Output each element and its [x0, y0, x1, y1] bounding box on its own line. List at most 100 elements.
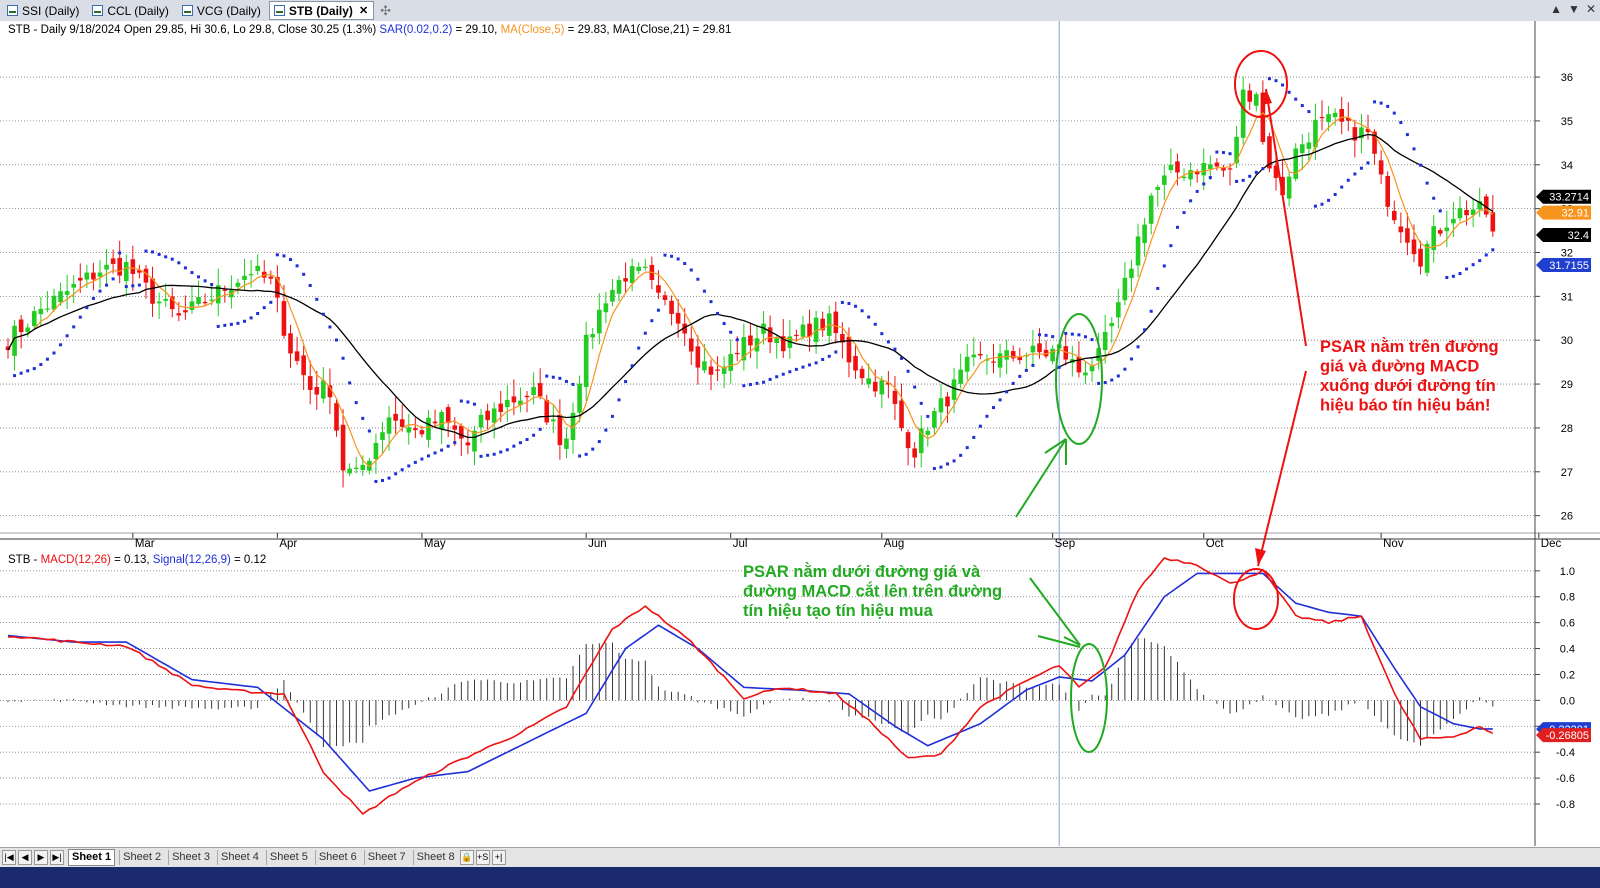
candle-body — [537, 383, 543, 397]
sar-dot — [900, 356, 904, 360]
sheet-tab[interactable]: Sheet 7 — [363, 850, 409, 865]
prev-sheet-button[interactable]: ◀ — [18, 850, 32, 865]
sar-dot — [361, 416, 365, 420]
stock-chart-svg[interactable]: 2627282930313233343536-0.8-0.6-0.4-0.20.… — [0, 21, 1600, 847]
macd-legend: MACD(12,26) — [41, 554, 111, 566]
sar-dot — [210, 282, 214, 286]
tab-label: STB (Daily) — [288, 3, 353, 18]
macd-header: STB - MACD(12,26) = 0.13, Signal(12,26,9… — [8, 554, 266, 566]
sar-dot — [1116, 374, 1120, 378]
new-tab-icon[interactable]: ✣ — [380, 3, 391, 19]
candle-body — [505, 399, 510, 408]
last-sheet-button[interactable]: ▶| — [50, 850, 64, 865]
sheet-tab[interactable]: Sheet 4 — [216, 850, 262, 865]
date-tick-label: Sep — [1055, 538, 1075, 550]
sar-dot — [1386, 104, 1390, 108]
sar-dot — [1392, 111, 1396, 115]
sar-dot — [315, 297, 319, 301]
candle-body — [1181, 176, 1187, 178]
sar-dot — [1458, 272, 1462, 276]
sheet-tab[interactable]: Sheet 3 — [168, 850, 213, 865]
sar-dot — [1313, 204, 1317, 208]
sar-dot — [913, 385, 917, 389]
sar-dot — [1254, 170, 1258, 174]
candle-body — [1135, 236, 1141, 266]
date-tick-label: Apr — [279, 538, 297, 550]
macd-value: = 0.13, — [111, 554, 153, 566]
sar-dot — [663, 253, 667, 257]
candle-body — [117, 257, 122, 276]
candle-body — [1451, 218, 1456, 224]
sar-dot — [118, 251, 122, 255]
ma-value: = 29.83, — [564, 24, 612, 36]
sar-dot — [1097, 381, 1101, 385]
sar-dot — [367, 429, 371, 433]
candle-body — [1122, 277, 1128, 301]
price-tick-label: 34 — [1561, 160, 1573, 172]
sar-legend: SAR(0.02,0.2) — [379, 24, 452, 36]
close-tab-icon[interactable]: ✕ — [359, 4, 368, 17]
date-tick-label: Jul — [733, 538, 748, 550]
sar-dot — [440, 448, 444, 452]
sheet-tab[interactable]: Sheet 8 — [412, 850, 458, 865]
price-tick-label: 35 — [1561, 116, 1573, 128]
candle-body — [603, 303, 609, 313]
macd-tick-label: 0.6 — [1560, 618, 1575, 630]
sar-dot — [1281, 83, 1285, 87]
sheet-tab[interactable]: Sheet 1 — [68, 849, 116, 866]
tab-ssi[interactable]: SSI (Daily) — [2, 1, 85, 20]
candle-body — [1437, 230, 1443, 234]
split-sheet-button[interactable]: +| — [491, 850, 506, 865]
sar-dot — [1327, 198, 1331, 202]
scroll-down-icon[interactable]: ▼ — [1568, 2, 1580, 16]
sar-dot — [45, 357, 49, 361]
candle-body — [583, 334, 589, 387]
sar-dot — [486, 453, 490, 457]
sar-dot — [748, 383, 752, 387]
tab-ccl[interactable]: CCL (Daily) — [87, 1, 175, 20]
sar-dot — [472, 402, 476, 406]
next-sheet-button[interactable]: ▶ — [34, 850, 48, 865]
sar-dot — [249, 316, 253, 320]
sheet-tab[interactable]: Sheet 5 — [265, 850, 311, 865]
candle-body — [1405, 228, 1410, 243]
sar-dot — [1005, 390, 1009, 394]
sheet-tab[interactable]: Sheet 6 — [314, 850, 360, 865]
sar-dot — [512, 444, 516, 448]
sar-dot — [85, 306, 89, 310]
chart-area[interactable]: 2627282930313233343536-0.8-0.6-0.4-0.20.… — [0, 21, 1600, 847]
lock-icon[interactable]: 🔒 — [459, 850, 474, 865]
candle-body — [879, 380, 885, 395]
sar-dot — [1129, 357, 1133, 361]
price-value-label: 31.7155 — [1549, 260, 1589, 272]
candle-body — [1332, 112, 1338, 118]
price-tick-label: 32 — [1561, 247, 1573, 259]
close-window-icon[interactable]: ✕ — [1586, 2, 1596, 16]
scroll-up-icon[interactable]: ▲ — [1550, 2, 1562, 16]
sar-dot — [788, 370, 792, 374]
sar-dot — [551, 375, 555, 379]
first-sheet-button[interactable]: |◀ — [2, 850, 16, 865]
sar-dot — [1051, 335, 1055, 339]
add-sheet-button[interactable]: +S — [475, 850, 490, 865]
sar-dot — [584, 452, 588, 456]
tab-stb[interactable]: STB (Daily) ✕ — [268, 1, 375, 20]
candle-body — [1240, 89, 1246, 138]
candle-body — [1326, 114, 1331, 123]
candle-body — [491, 408, 497, 423]
price-tick-label: 30 — [1561, 335, 1573, 347]
date-tick-label: Dec — [1541, 538, 1562, 550]
candle-body — [288, 333, 293, 354]
candle-body — [905, 432, 911, 449]
sheet-tab[interactable]: Sheet 2 — [119, 850, 164, 865]
candle-body — [859, 368, 865, 379]
sar-dot — [1300, 104, 1304, 108]
candle-body — [564, 438, 569, 449]
candle-body — [866, 378, 871, 385]
sar-dot — [762, 380, 766, 384]
sar-dot — [1287, 90, 1291, 94]
tab-vcg[interactable]: VCG (Daily) — [177, 1, 267, 20]
candle-body — [399, 419, 405, 427]
sar-dot — [52, 351, 56, 355]
sar-dot — [374, 479, 378, 483]
